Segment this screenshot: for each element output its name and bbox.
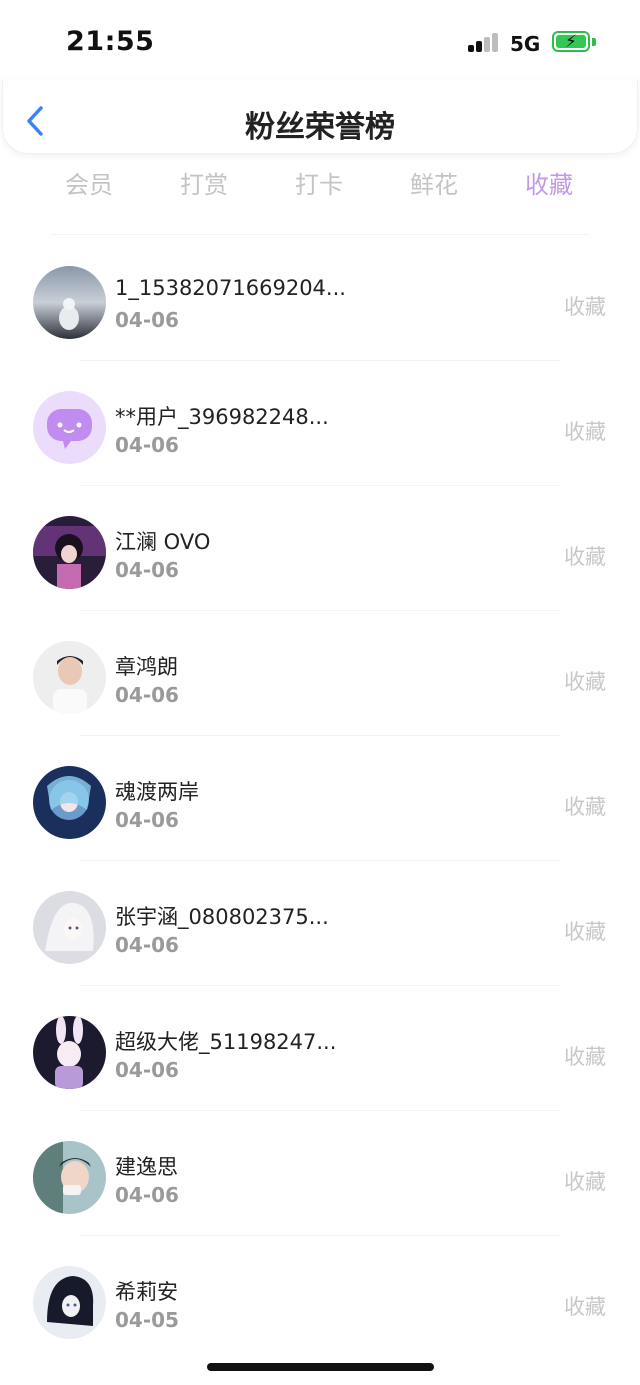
fan-date: 04-06 — [115, 433, 179, 457]
fan-name: 江澜 OVO — [115, 530, 211, 554]
bolt-icon: ⚡ — [565, 32, 577, 52]
fan-date: 04-06 — [115, 933, 179, 957]
avatar — [33, 391, 106, 464]
battery-icon: ⚡ — [552, 31, 590, 52]
favorite-label: 收藏 — [564, 920, 606, 944]
network-type: 5G — [510, 32, 541, 56]
list-item[interactable]: **用户_396982248... 04-06 收藏 — [0, 361, 640, 486]
list-item[interactable]: 章鸿朗 04-06 收藏 — [0, 611, 640, 736]
avatar — [33, 766, 106, 839]
fan-date: 04-06 — [115, 808, 179, 832]
fan-date: 04-06 — [115, 308, 179, 332]
fan-date: 04-05 — [115, 1308, 179, 1332]
fan-name: 1_15382071669204... — [115, 276, 346, 300]
list-item[interactable]: 魂渡两岸 04-06 收藏 — [0, 736, 640, 861]
favorite-label: 收藏 — [564, 420, 606, 444]
tab-favorites[interactable]: 收藏 — [489, 165, 609, 200]
favorite-label: 收藏 — [564, 295, 606, 319]
avatar — [33, 891, 106, 964]
list-item[interactable]: 1_15382071669204... 04-06 收藏 — [0, 236, 640, 361]
page-title: 粉丝荣誉榜 — [245, 110, 395, 145]
avatar — [33, 1141, 106, 1214]
fan-date: 04-06 — [115, 558, 179, 582]
favorite-label: 收藏 — [564, 1295, 606, 1319]
signal-icon — [468, 32, 500, 52]
avatar — [33, 641, 106, 714]
nav-header: 粉丝荣誉榜 — [2, 80, 638, 154]
avatar — [33, 516, 106, 589]
list-item[interactable]: 江澜 OVO 04-06 收藏 — [0, 486, 640, 611]
fan-name: 超级大佬_51198247... — [115, 1030, 337, 1054]
fan-name: 建逸思 — [115, 1155, 178, 1179]
favorite-label: 收藏 — [564, 670, 606, 694]
fan-date: 04-06 — [115, 683, 179, 707]
avatar — [33, 1016, 106, 1089]
favorite-label: 收藏 — [564, 1170, 606, 1194]
fan-name: **用户_396982248... — [115, 405, 329, 429]
status-bar: 21:55 5G ⚡ — [0, 0, 640, 80]
fan-name: 希莉安 — [115, 1280, 178, 1304]
tab-bar: 会员 打赏 打卡 鲜花 收藏 — [0, 165, 640, 210]
tab-flowers[interactable]: 鲜花 — [374, 165, 494, 200]
fan-date: 04-06 — [115, 1058, 179, 1082]
tab-checkin[interactable]: 打卡 — [259, 165, 379, 200]
fan-name: 章鸿朗 — [115, 655, 178, 679]
list-item[interactable]: 张宇涵_080802375... 04-06 收藏 — [0, 861, 640, 986]
list-item[interactable]: 希莉安 04-05 收藏 — [0, 1236, 640, 1361]
avatar — [33, 266, 106, 339]
status-time: 21:55 — [66, 26, 155, 57]
list-item[interactable]: 建逸思 04-06 收藏 — [0, 1111, 640, 1236]
battery-tip — [592, 38, 596, 46]
favorite-label: 收藏 — [564, 1045, 606, 1069]
fan-name: 魂渡两岸 — [115, 780, 199, 804]
favorite-label: 收藏 — [564, 545, 606, 569]
favorite-label: 收藏 — [564, 795, 606, 819]
tab-reward[interactable]: 打赏 — [144, 165, 264, 200]
tab-divider — [50, 234, 590, 235]
list-item[interactable]: 超级大佬_51198247... 04-06 收藏 — [0, 986, 640, 1111]
tab-member[interactable]: 会员 — [29, 165, 149, 200]
fan-date: 04-06 — [115, 1183, 179, 1207]
fan-name: 张宇涵_080802375... — [115, 905, 329, 929]
avatar — [33, 1266, 106, 1339]
home-indicator[interactable] — [207, 1363, 434, 1371]
